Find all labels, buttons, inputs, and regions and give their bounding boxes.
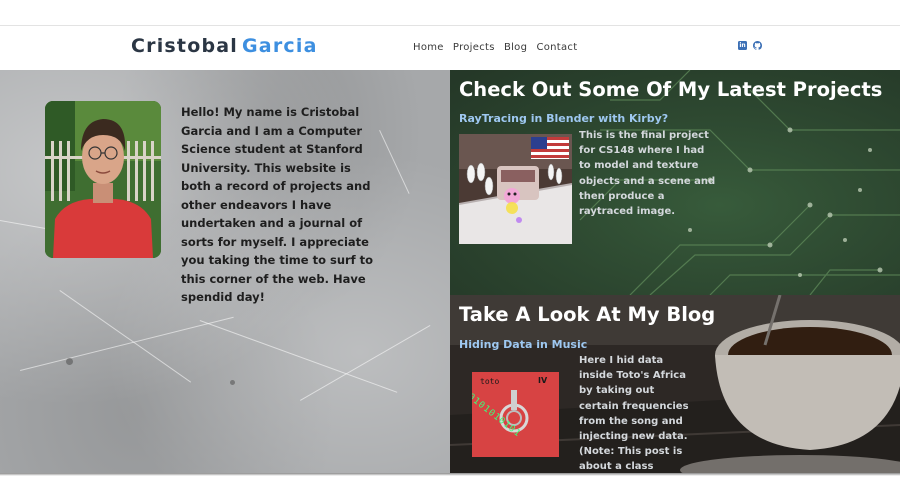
texture-crack: [59, 290, 192, 383]
texture-pit: [66, 358, 73, 365]
nav-links: Home Projects Blog Contact: [413, 42, 583, 53]
project-description: This is the final project for CS148 wher…: [579, 130, 716, 218]
social-links: in: [738, 41, 768, 60]
navbar: Cristobal Garcia Home Projects Blog Conta…: [0, 26, 900, 70]
about-text: Hello! My name is Cristobal Garcia and I…: [181, 105, 374, 304]
github-icon[interactable]: [753, 41, 762, 50]
projects-heading: Check Out Some Of My Latest Projects: [459, 78, 883, 101]
texture-crack: [379, 130, 410, 194]
blog-section: Take A Look At My Blog Hiding Data in Mu…: [450, 295, 900, 473]
project-link[interactable]: RayTracing in Blender with Kirby?: [459, 112, 668, 125]
linkedin-icon[interactable]: in: [738, 41, 747, 50]
nav-projects[interactable]: Projects: [453, 42, 495, 53]
profile-photo: [45, 101, 161, 258]
blog-post-link[interactable]: Hiding Data in Music: [459, 338, 587, 351]
projects-section: Check Out Some Of My Latest Projects Ray…: [450, 70, 900, 295]
brand-first-name: Cristobal: [131, 35, 239, 57]
nav-blog[interactable]: Blog: [504, 42, 527, 53]
bottom-shadow: [0, 473, 900, 476]
texture-crack: [20, 316, 234, 371]
blog-post-description: Here I hid data inside Toto's Africa by …: [579, 355, 689, 473]
blog-heading: Take A Look At My Blog: [459, 303, 716, 326]
nav-contact[interactable]: Contact: [536, 42, 577, 53]
project-thumbnail[interactable]: [459, 134, 572, 244]
blog-thumbnail[interactable]: toto IV 0101010101: [472, 372, 559, 457]
texture-pit: [230, 380, 235, 385]
brand-last-name: Garcia: [242, 35, 318, 57]
about-section: Hello! My name is Cristobal Garcia and I…: [0, 70, 450, 473]
site-brand[interactable]: Cristobal Garcia: [131, 35, 318, 57]
nav-home[interactable]: Home: [413, 42, 444, 53]
